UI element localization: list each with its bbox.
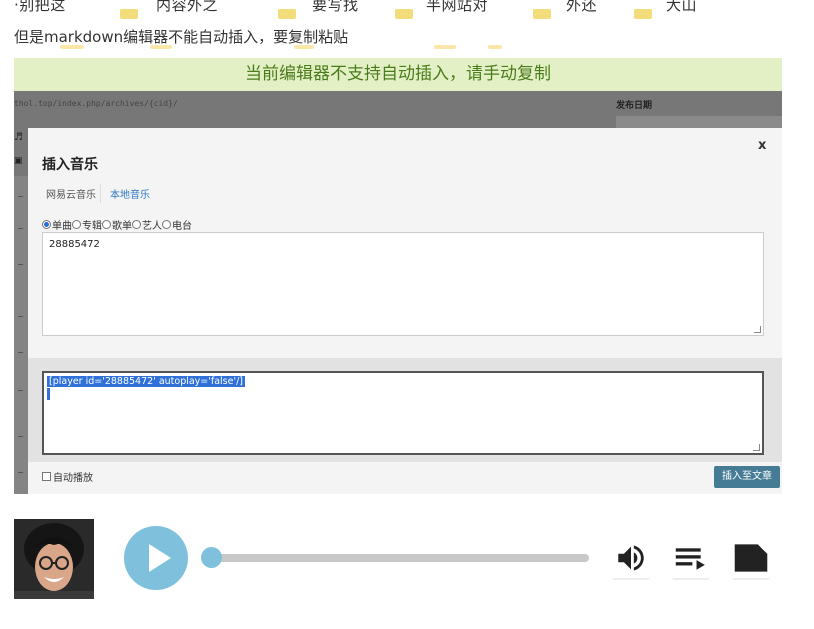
emoji-chip [634,9,652,19]
underline-highlight [60,45,84,49]
text-fragment: 外还 [566,0,598,14]
emoji-chip [278,9,296,19]
portrait-image [14,519,94,599]
radio-icon [162,220,171,229]
emoji-chip [533,9,551,19]
text-fragment: 半网站对 [426,0,489,14]
music-id-textarea[interactable]: 28885472 [42,232,764,336]
playlist-icon [675,548,705,570]
media-icon: ▣ [14,156,23,166]
permalink-text: thol.top/index.php/archives/{cid}/ [14,99,178,108]
text-cursor [47,388,50,400]
checkbox-icon [42,472,51,481]
insert-to-article-button[interactable]: 插入至文章 [714,466,780,488]
lyrics-icon [734,544,768,572]
resize-handle-icon[interactable] [753,444,760,451]
tab-local-music[interactable]: 本地音乐 [110,186,150,201]
source-type-radio-group: 单曲 专辑 歌单 艺人 电台 [42,217,192,232]
volume-icon [618,545,644,571]
editor-screenshot: 当前编辑器不支持自动插入，请手动复制 thol.top/index.php/ar… [14,58,782,494]
underline-highlight [488,45,502,49]
radio-artist[interactable]: 艺人 [132,217,162,232]
autoplay-label: 自动播放 [53,473,93,484]
shortcode-output-textarea[interactable]: [player id='28885472' autoplay='false'/] [42,371,764,455]
modal-title: 插入音乐 [42,157,98,173]
radio-icon [72,220,81,229]
volume-button[interactable] [612,538,650,580]
text-fragment: 要写找 [312,0,359,14]
text-fragment: 大山 [666,0,698,14]
article-cut-off-line: ·别把这 内容外之 要写找 半网站对 外还 大山 [14,0,814,22]
emoji-chip [120,9,138,19]
playlist-button[interactable] [672,538,710,580]
article-caption: 但是markdown编辑器不能自动插入，要复制粘贴 [14,28,349,46]
editor-toolbar-strip [14,176,28,494]
shortcode-text: [player id='28885472' autoplay='false'/] [47,376,245,387]
radio-playlist[interactable]: 歌单 [102,217,132,232]
close-button[interactable]: x [758,138,766,153]
text-fragment: 内容外之 [156,0,219,14]
music-id-value: 28885472 [49,239,100,250]
radio-album[interactable]: 专辑 [72,217,102,232]
underline-highlight [294,45,314,49]
emoji-chip [395,9,413,19]
radio-icon [132,220,141,229]
resize-handle-icon[interactable] [754,326,761,333]
progress-bar[interactable] [205,554,589,562]
radio-radio-station[interactable]: 电台 [162,217,192,232]
play-icon [149,544,171,572]
insert-music-modal: x 插入音乐 网易云音乐 本地音乐 单曲 专辑 歌单 艺人 电台 2888547… [28,128,782,494]
progress-knob[interactable] [201,547,222,568]
lyrics-button[interactable] [732,538,770,580]
autoplay-checkbox[interactable]: 自动播放 [42,469,93,484]
underline-highlight [150,45,172,49]
publish-date-field [616,116,782,128]
radio-single[interactable]: 单曲 [42,217,72,232]
music-note-icon: ♬ [14,132,23,143]
tab-netease-music[interactable]: 网易云音乐 [42,184,101,203]
radio-icon [102,220,111,229]
play-button[interactable] [124,526,188,590]
underline-highlight [434,45,456,49]
text-fragment: ·别把这 [14,0,66,14]
radio-selected-icon [42,220,51,229]
album-cover [14,519,94,599]
publish-date-label: 发布日期 [616,101,653,111]
manual-copy-banner: 当前编辑器不支持自动插入，请手动复制 [14,58,782,91]
